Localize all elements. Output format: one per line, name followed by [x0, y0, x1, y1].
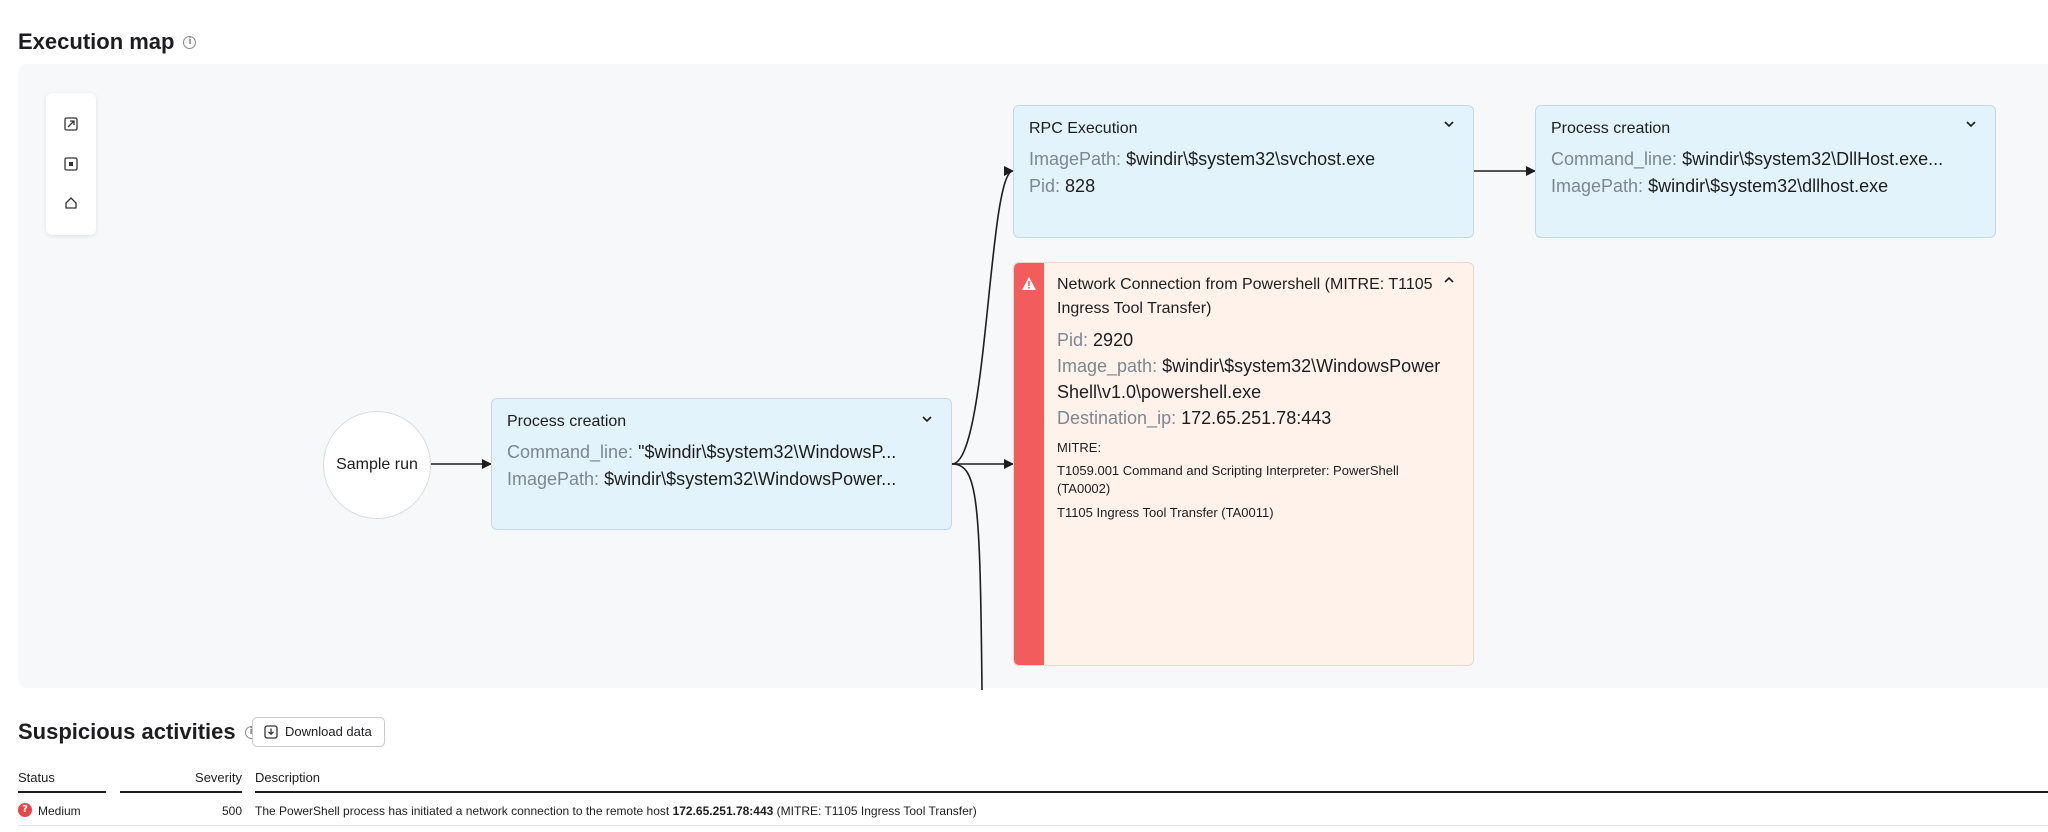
row-description-host: 172.65.251.78:443: [672, 804, 774, 818]
alert-field-pid: Pid: 2920: [1057, 330, 1134, 350]
node-title: RPC Execution: [1029, 120, 1138, 137]
node-field-image-path: ImagePath: $windir\$system32\svchost.exe: [1029, 149, 1376, 169]
edge-process-to-offscreen: [951, 463, 983, 691]
home-icon[interactable]: [62, 194, 80, 212]
mitre-label: MITRE:: [1057, 440, 1102, 455]
child-process-creation-node[interactable]: Process creation Command_line: $windir\$…: [1535, 105, 1996, 238]
suspicious-activities-title: Suspicious activities i: [18, 719, 258, 745]
node-title: Process creation: [507, 413, 627, 430]
chevron-down-icon[interactable]: [1963, 116, 1979, 132]
download-icon: [264, 725, 278, 739]
row-divider: [18, 825, 2048, 826]
alert-severity-bar: [1014, 263, 1044, 665]
alert-title: Network Connection from Powershell (MITR…: [1057, 276, 1433, 317]
download-data-button[interactable]: Download data: [252, 717, 385, 747]
suspicious-activities-title-text: Suspicious activities: [18, 719, 236, 744]
rpc-execution-node[interactable]: RPC Execution ImagePath: $windir\$system…: [1013, 105, 1474, 238]
sample-run-label: Sample run: [336, 456, 418, 473]
row-description: The PowerShell process has initiated a n…: [255, 804, 977, 818]
network-connection-alert-node[interactable]: Network Connection from Powershell (MITR…: [1013, 262, 1474, 666]
export-icon[interactable]: [62, 115, 80, 133]
edge-process-to-rpc: [951, 166, 1014, 465]
chevron-up-icon[interactable]: [1441, 272, 1457, 288]
alert-field-image-path: Image_path: $windir\$system32\WindowsPow…: [1057, 356, 1441, 402]
column-header-severity[interactable]: Severity: [120, 770, 242, 785]
chevron-down-icon[interactable]: [919, 411, 935, 427]
row-status: Medium: [38, 804, 81, 818]
mitre-item: T1059.001 Command and Scripting Interpre…: [1057, 463, 1399, 496]
alert-field-destination-ip: Destination_ip: 172.65.251.78:443: [1057, 408, 1332, 428]
column-header-status[interactable]: Status: [18, 770, 55, 785]
mitre-item: T1105 Ingress Tool Transfer (TA0011): [1057, 505, 1274, 520]
header-underline-description: [255, 791, 2048, 793]
download-data-label: Download data: [285, 724, 372, 739]
node-field-image-path: ImagePath: $windir\$system32\WindowsPowe…: [507, 469, 897, 489]
column-header-description[interactable]: Description: [255, 770, 320, 785]
chevron-down-icon[interactable]: [1441, 116, 1457, 132]
node-field-command-line: Command_line: $windir\$system32\DllHost.…: [1551, 149, 1944, 169]
map-toolbar: [46, 93, 96, 235]
process-creation-node[interactable]: Process creation Command_line: "$windir\…: [491, 398, 952, 530]
row-severity: 500: [221, 804, 242, 818]
header-underline-severity: [120, 791, 242, 793]
node-field-pid: Pid: 828: [1029, 176, 1096, 196]
node-field-command-line: Command_line: "$windir\$system32\Windows…: [507, 442, 897, 462]
fit-view-icon[interactable]: [62, 155, 80, 173]
node-field-image-path: ImagePath: $windir\$system32\dllhost.exe: [1551, 176, 1889, 196]
warning-icon: [1022, 277, 1036, 290]
node-title: Process creation: [1551, 120, 1671, 137]
severity-medium-icon: ?: [18, 803, 32, 817]
header-underline-status: [18, 791, 106, 793]
sample-run-node[interactable]: Sample run: [323, 411, 431, 519]
